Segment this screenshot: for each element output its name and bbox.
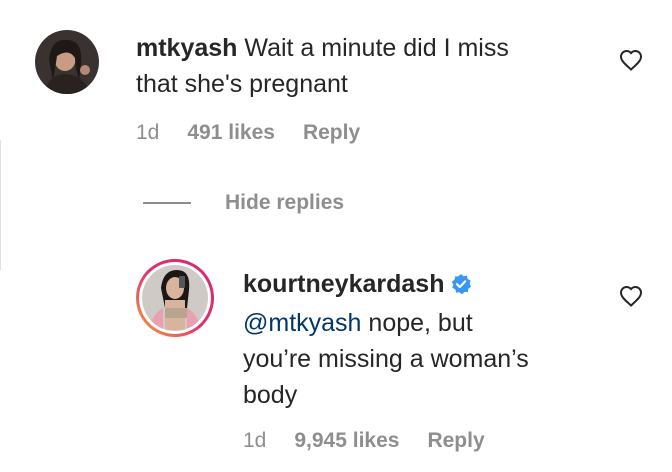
comment-body-line2: that she's pregnant — [136, 70, 348, 98]
hide-replies-line — [143, 202, 191, 204]
comment-text-mtkyash: mtkyash Wait a minute did I miss that sh… — [136, 30, 576, 102]
comment-likes[interactable]: 491 likes — [187, 121, 275, 145]
reply-likes[interactable]: 9,945 likes — [294, 429, 399, 453]
reply-username[interactable]: kourtneykardash — [243, 270, 444, 298]
reply-time: 1d — [243, 429, 267, 452]
left-edge-divider — [0, 140, 1, 270]
reply-body-line2: you’re missing a woman’s — [243, 345, 529, 373]
like-heart-icon[interactable] — [619, 49, 643, 76]
reply-body-line3: body — [243, 381, 298, 409]
avatar-kourtneykardash[interactable] — [135, 258, 215, 338]
hide-replies-label: Hide replies — [225, 191, 345, 214]
reply-text-kourtneykardash: kourtneykardash @mtkyash nope, but you’r… — [243, 266, 613, 413]
verified-badge-icon — [450, 269, 472, 305]
comment-time: 1d — [136, 121, 160, 144]
hide-replies-button[interactable]: Hide replies — [143, 191, 344, 215]
reply-button[interactable]: Reply — [303, 121, 360, 145]
comment-username[interactable]: mtkyash — [136, 34, 237, 62]
comment-meta: 1d 491 likes Reply — [136, 121, 360, 145]
comment-body-line1: Wait a minute did I miss — [244, 34, 509, 62]
reply-meta: 1d 9,945 likes Reply — [243, 429, 485, 453]
reply-like-heart-icon[interactable] — [619, 285, 643, 312]
avatar-mtkyash[interactable] — [35, 30, 99, 94]
reply-body-line1: nope, but — [361, 309, 473, 337]
mention-link[interactable]: @mtkyash — [243, 309, 361, 337]
reply-reply-button[interactable]: Reply — [427, 429, 484, 453]
